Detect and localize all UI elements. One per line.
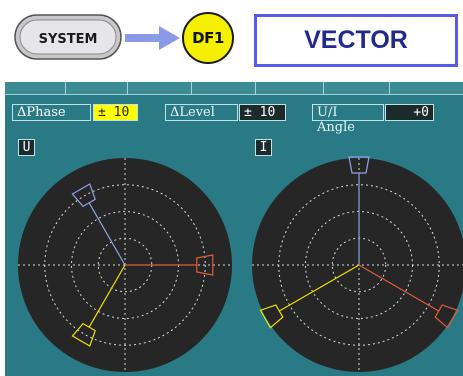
instrument-screen: ΔPhase ± 10 ΔLevel ± 10 U/I Angle +0 U I [5,82,463,376]
arrow-right-icon [125,26,180,50]
page-title: VECTOR [304,26,408,54]
vector-plots [18,156,463,372]
system-button-label: SYSTEM [39,32,98,47]
df1-button-label: DF1 [192,29,224,47]
voltage-vector-plot [18,158,232,372]
current-vector-plot [252,156,463,372]
system-button[interactable]: SYSTEM [14,14,122,60]
df1-button[interactable]: DF1 [182,12,234,64]
page-title-box: VECTOR [254,14,458,67]
